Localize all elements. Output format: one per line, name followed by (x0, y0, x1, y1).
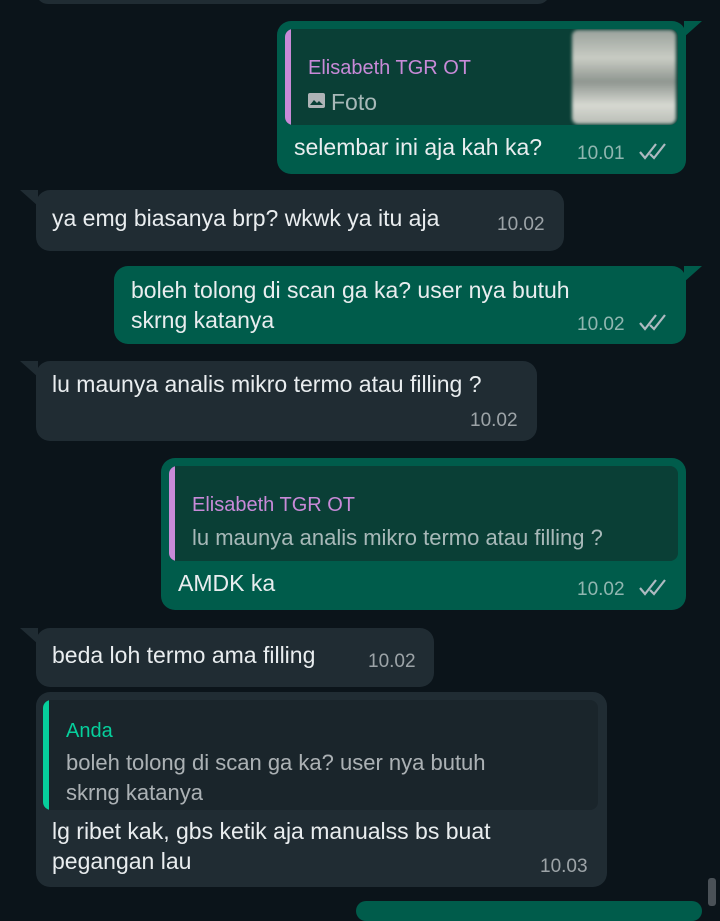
message-time: 10.02 (497, 214, 545, 235)
message-bubble-outgoing[interactable]: Elisabeth TGR OT Foto selembar ini aja k… (277, 21, 686, 174)
reply-quote-bar (43, 700, 49, 810)
scrollbar[interactable] (708, 878, 716, 906)
message-time: 10.03 (540, 856, 588, 877)
reply-quote[interactable]: Anda boleh tolong di scan ga ka? user ny… (43, 700, 598, 810)
reply-quote-author: Anda (66, 720, 113, 742)
message-bubble-outgoing[interactable]: boleh tolong di scan ga ka? user nya but… (114, 266, 686, 344)
message-text-line: skrng katanya (131, 307, 275, 333)
reply-quote-text-line: skrng katanya (66, 780, 203, 805)
message-text: lu maunya analis mikro termo atau fillin… (52, 371, 482, 397)
message-text: beda loh termo ama filling (52, 642, 316, 668)
message-time: 10.02 (577, 314, 625, 335)
reply-quote[interactable]: Elisabeth TGR OT Foto (285, 29, 678, 125)
reply-quote[interactable]: Elisabeth TGR OT lu maunya analis mikro … (169, 466, 678, 561)
message-time: 10.01 (577, 143, 625, 164)
message-text-line: lg ribet kak, gbs ketik aja manualss bs … (52, 818, 491, 844)
message-text: ya emg biasanya brp? wkwk ya itu aja (52, 205, 440, 231)
message-text: selembar ini aja kah ka? (294, 134, 543, 160)
message-bubble-incoming[interactable]: lu maunya analis mikro termo atau fillin… (36, 361, 537, 441)
partial-message-bubble[interactable] (36, 0, 550, 4)
message-bubble-incoming[interactable]: beda loh termo ama filling 10.02 (36, 628, 434, 687)
partial-message-bubble[interactable] (356, 901, 702, 921)
double-check-read-icon (639, 312, 673, 332)
bubble-tail (20, 628, 38, 644)
message-text-line: boleh tolong di scan ga ka? user nya but… (131, 277, 570, 303)
double-check-read-icon (639, 577, 673, 597)
reply-quote-bar (285, 29, 291, 125)
reply-photo-thumbnail (572, 30, 676, 124)
reply-quote-bar (169, 466, 175, 561)
reply-quote-text: lu maunya analis mikro termo atau fillin… (192, 525, 603, 550)
reply-quote-text-line: boleh tolong di scan ga ka? user nya but… (66, 750, 486, 775)
message-text: AMDK ka (178, 570, 276, 596)
message-time: 10.02 (577, 579, 625, 600)
reply-quote-author: Elisabeth TGR OT (192, 494, 356, 516)
photo-icon (308, 93, 325, 108)
message-text-line: pegangan lau (52, 848, 192, 874)
double-check-read-icon (639, 141, 673, 161)
bubble-tail (20, 361, 38, 377)
bubble-tail (684, 21, 702, 37)
message-time: 10.02 (470, 410, 518, 431)
reply-quote-text: Foto (331, 89, 378, 115)
bubble-tail (20, 190, 38, 206)
message-bubble-outgoing[interactable]: Elisabeth TGR OT lu maunya analis mikro … (161, 458, 686, 610)
reply-quote-author: Elisabeth TGR OT (308, 57, 472, 79)
message-bubble-incoming[interactable]: Anda boleh tolong di scan ga ka? user ny… (36, 692, 607, 887)
message-time: 10.02 (368, 651, 416, 672)
bubble-tail (684, 266, 702, 282)
message-bubble-incoming[interactable]: ya emg biasanya brp? wkwk ya itu aja 10.… (36, 190, 564, 251)
